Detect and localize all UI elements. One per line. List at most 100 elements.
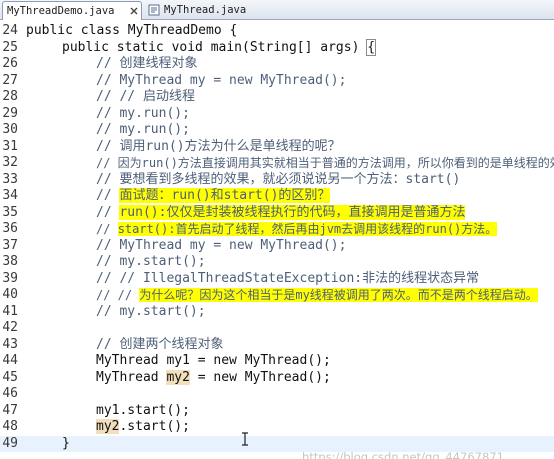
code-line: 25 public static void main(String[] args… — [0, 38, 554, 57]
code-line: 36 // start():首先启动了线程，然后再由jvm去调用该线程的run(… — [0, 221, 554, 238]
code-text: .start(); — [119, 419, 190, 434]
comment-text: // // 启动线程 — [96, 89, 195, 104]
editor-tab-bar: MyThreadDemo.java MyThread.java — [0, 0, 554, 20]
code-text: my1.start(); — [96, 402, 190, 418]
line-number: 45 — [2, 369, 18, 385]
code-line: 32 // 因为run()方法直接调用其实就相当于普通的方法调用，所以你看到的是… — [0, 155, 554, 172]
line-number: 46 — [2, 386, 18, 401]
comment-text: // 调用run()方法为什么是单线程的呢？ — [96, 138, 341, 154]
comment-text: // start():首先启动了线程，然后再由jvm去调用该线程的run()方法… — [96, 221, 498, 238]
comment-text: // 创建线程对象 — [96, 56, 198, 71]
line-number: 33 — [2, 171, 18, 187]
code-line: 43 // 创建两个线程对象 — [0, 337, 554, 354]
line-number: 39 — [2, 270, 18, 286]
comment-text: // 因为run()方法直接调用其实就相当于普通的方法调用，所以你看到的是单线程… — [96, 156, 554, 170]
code-line: 24 public class MyThreadDemo { — [0, 23, 554, 40]
comment-prefix: // — [96, 188, 120, 203]
comment-text: // my.run(); — [96, 105, 190, 121]
code-line: 41 // my.start(); — [0, 304, 554, 321]
text-cursor-icon — [242, 432, 248, 446]
highlighted-comment: 面试题：run()和start()的区别？ — [119, 188, 331, 203]
code-line: 35 // run():仅仅是封装被线程执行的代码，直接调用是普通方法 — [0, 204, 554, 222]
code-text: } — [62, 435, 70, 451]
code-line: 48 my2.start(); — [0, 419, 554, 436]
matching-bracket: { — [366, 38, 377, 56]
code-text: public class MyThreadDemo { — [26, 23, 238, 38]
highlighted-comment: start():首先启动了线程，然后再由jvm去调用该线程的run()方法。 — [117, 222, 498, 236]
line-number: 38 — [2, 254, 18, 269]
line-number: 25 — [2, 39, 18, 55]
code-line: 28 // // 启动线程 — [0, 89, 554, 106]
comment-text: // 创建两个线程对象 — [96, 336, 224, 352]
comment-prefix: // — [96, 204, 120, 220]
code-text: public static void main(String[] args) — [62, 39, 368, 55]
tab-mythread-java[interactable]: MyThread.java — [144, 1, 246, 20]
line-number: 36 — [2, 221, 18, 236]
close-icon[interactable] — [129, 6, 139, 16]
comment-text: // 面试题：run()和start()的区别？ — [96, 188, 331, 205]
code-line: 34 // 面试题：run()和start()的区别？ — [0, 188, 554, 205]
code-line: 37 // MyThread my = new MyThread(); — [0, 238, 554, 255]
code-line: 31 // 调用run()方法为什么是单线程的呢？ — [0, 139, 554, 156]
comment-text: // // 为什么呢？因为这个相当于是my线程被调用了两次。而不是两个线程启动。 — [96, 287, 538, 304]
line-number: 40 — [2, 287, 18, 302]
line-number: 26 — [2, 56, 18, 71]
comment-text: // MyThread my = new MyThread(); — [96, 72, 347, 88]
code-line: 46 — [0, 386, 554, 403]
line-number: 24 — [2, 23, 18, 38]
comment-text: // run():仅仅是封装被线程执行的代码，直接调用是普通方法 — [96, 204, 466, 222]
code-line: 39 // // IllegalThreadStateException:非法的… — [0, 271, 554, 288]
line-number: 29 — [2, 105, 18, 121]
code-line: 47 my1.start(); — [0, 403, 554, 420]
tab-mythreaddemo-java[interactable]: MyThreadDemo.java — [2, 1, 142, 20]
code-text: MyThread my2 = new MyThread(); — [96, 369, 331, 387]
comment-text: // // IllegalThreadStateException:非法的线程状… — [96, 270, 480, 286]
line-number: 32 — [2, 155, 18, 170]
comment-prefix: // // — [96, 288, 140, 302]
line-number: 43 — [2, 336, 18, 352]
highlighted-comment: 为什么呢？因为这个相当于是my线程被调用了两次。而不是两个线程启动。 — [139, 288, 538, 302]
code-text: = new MyThread(); — [189, 369, 331, 385]
code-line: 33 // 要想看到多线程的效果，就必须说说另一个方法：start() — [0, 172, 554, 189]
line-number: 42 — [2, 320, 18, 335]
tab-label: MyThread.java — [164, 4, 247, 16]
line-number: 48 — [2, 419, 18, 434]
code-text: MyThread my1 = new MyThread(); — [96, 353, 331, 368]
code-editor[interactable]: 24 public class MyThreadDemo { 25 public… — [0, 20, 554, 459]
line-number: 27 — [2, 72, 18, 88]
code-text: MyThread — [96, 369, 167, 385]
highlighted-comment: run():仅仅是封装被线程执行的代码，直接调用是普通方法 — [119, 204, 466, 220]
line-number: 41 — [2, 303, 18, 319]
code-line: 27 // MyThread my = new MyThread(); — [0, 73, 554, 90]
java-file-icon — [148, 4, 160, 16]
code-line: 40 // // 为什么呢？因为这个相当于是my线程被调用了两次。而不是两个线程… — [0, 287, 554, 304]
tab-label: MyThreadDemo.java — [7, 5, 115, 17]
code-line: 45 MyThread my2 = new MyThread(); — [0, 369, 554, 387]
line-number: 37 — [2, 237, 18, 253]
comment-text: // 要想看到多线程的效果，就必须说说另一个方法：start() — [96, 171, 461, 187]
line-number: 28 — [2, 89, 18, 104]
comment-text: // my.start(); — [96, 303, 206, 319]
line-number: 31 — [2, 138, 18, 154]
line-number: 44 — [2, 353, 18, 368]
line-number: 30 — [2, 122, 18, 137]
code-line: 29 // my.run(); — [0, 106, 554, 123]
comment-text: // MyThread my = new MyThread(); — [96, 237, 347, 253]
code-text: public static void main(String[] args) { — [62, 38, 377, 57]
code-line: 42 — [0, 320, 554, 337]
line-number: 47 — [2, 402, 18, 418]
comment-text: // my.run(); — [96, 122, 190, 137]
code-line: 38 // my.start(); — [0, 254, 554, 271]
code-text: my2.start(); — [96, 419, 190, 436]
comment-prefix: // — [96, 222, 118, 236]
highlighted-variable: my2 — [96, 419, 120, 434]
code-line: 26 // 创建线程对象 — [0, 56, 554, 73]
code-line: 44 MyThread my1 = new MyThread(); — [0, 353, 554, 370]
line-number: 49 — [2, 435, 18, 451]
line-number: 34 — [2, 188, 18, 203]
watermark: https://blog.csdn.net/qq_44767871 — [302, 450, 504, 459]
highlighted-variable: my2 — [166, 369, 190, 385]
code-line: 30 // my.run(); — [0, 122, 554, 139]
line-number: 35 — [2, 204, 18, 220]
comment-text: // my.start(); — [96, 254, 206, 269]
